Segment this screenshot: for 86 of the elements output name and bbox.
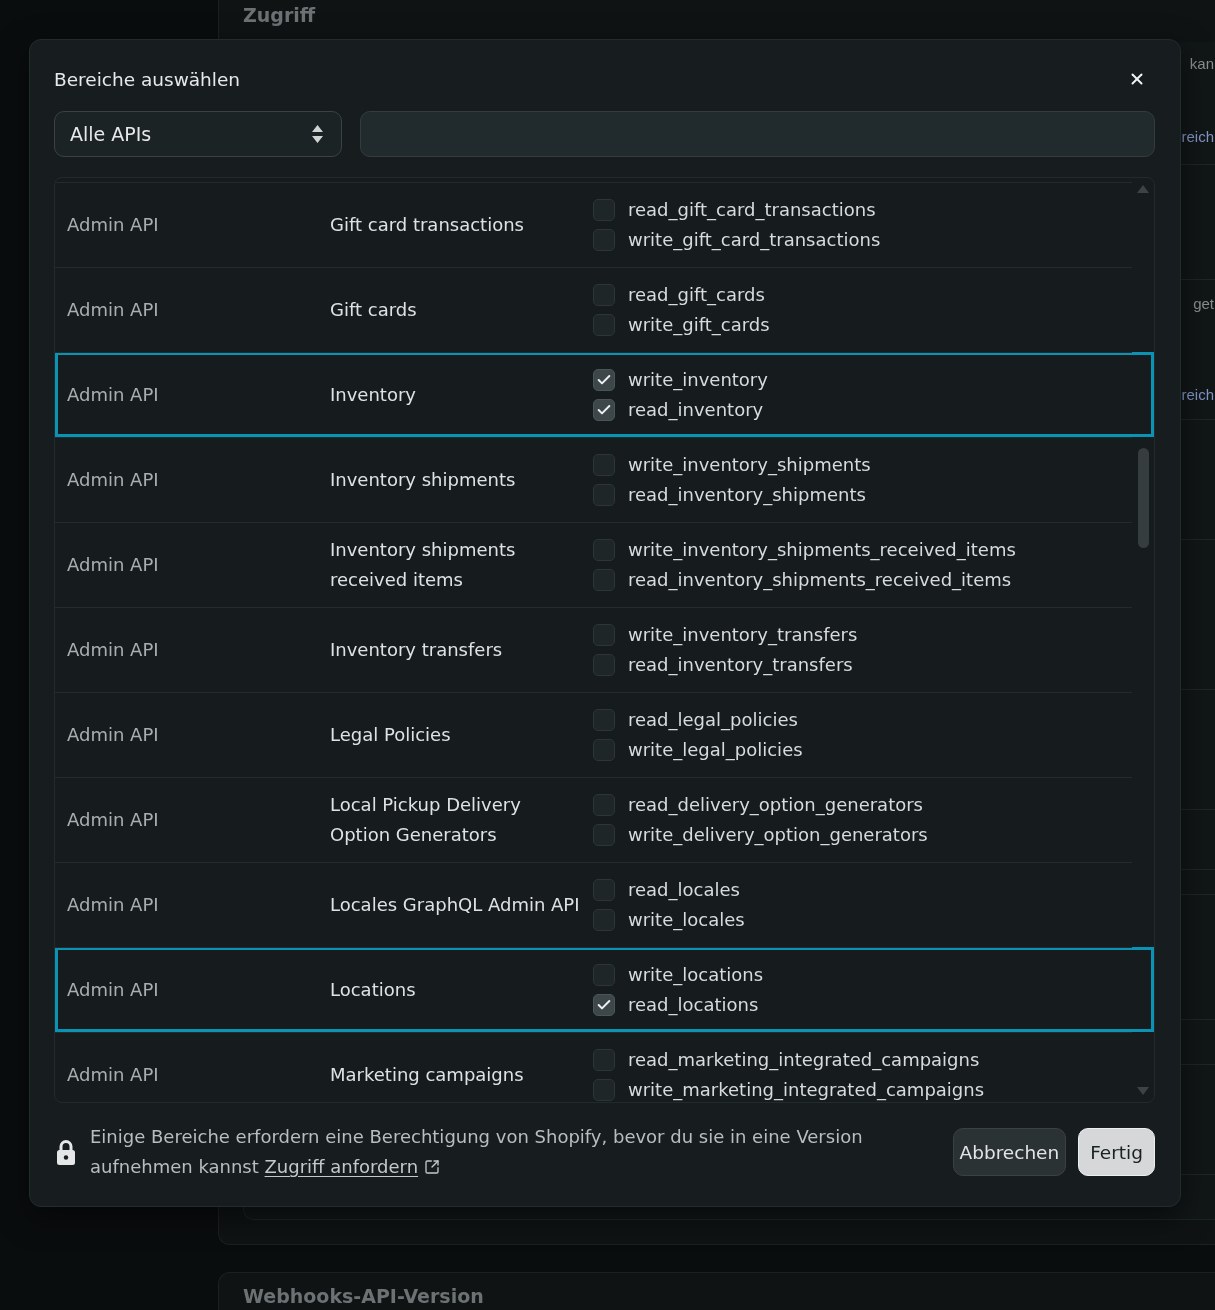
scope-label: read_locations: [628, 993, 759, 1016]
scope-label: read_gift_card_transactions: [628, 198, 876, 221]
scope-label: write_inventory_transfers: [628, 623, 858, 646]
checkbox[interactable]: [593, 993, 615, 1016]
scope-label: read_delivery_option_generators: [628, 793, 923, 816]
scope-label: write_inventory_shipments: [628, 453, 871, 476]
api-label: Admin API: [67, 1062, 159, 1087]
checkbox[interactable]: [593, 483, 615, 506]
api-label: Admin API: [67, 807, 159, 832]
checkbox[interactable]: [593, 963, 615, 986]
scroll-thumb[interactable]: [1138, 448, 1149, 548]
checkbox[interactable]: [593, 283, 615, 306]
section-heading: Webhooks-API-Version: [243, 1284, 485, 1309]
scope-group-name: Inventory transfers: [330, 637, 503, 662]
scope-group-name: Legal Policies: [330, 722, 451, 747]
scroll-down-icon[interactable]: [1137, 1087, 1149, 1095]
section-heading: Zugriff: [243, 3, 317, 28]
api-label: Admin API: [67, 892, 159, 917]
api-label: Admin API: [67, 467, 159, 492]
search-field[interactable]: [360, 111, 1155, 157]
api-label: Admin API: [67, 977, 159, 1002]
scope-label: write_locations: [628, 963, 764, 986]
scope-label: write_delivery_option_generators: [628, 823, 928, 846]
scope-label: read_inventory_transfers: [628, 653, 853, 676]
close-icon: [1128, 70, 1146, 88]
scope-label: write_inventory_shipments_received_items: [628, 538, 1016, 561]
scope-label: write_inventory: [628, 368, 768, 391]
checkbox[interactable]: [593, 623, 615, 646]
request-access-link[interactable]: Zugriff anfordern: [264, 1152, 441, 1182]
done-button[interactable]: Fertig: [1078, 1128, 1155, 1176]
api-select[interactable]: Alle APIs: [54, 111, 342, 157]
checkbox[interactable]: [593, 398, 615, 421]
external-link-icon: [424, 1159, 441, 1175]
scope-label: write_legal_policies: [628, 738, 803, 761]
scope-label: read_marketing_integrated_campaigns: [628, 1048, 980, 1071]
scope-group-name: Local Pickup Delivery Option Generators: [330, 792, 522, 847]
api-label: Admin API: [67, 637, 159, 662]
scope-group-name: Inventory shipments received items: [330, 537, 517, 592]
scope-group-name: Marketing campaigns: [330, 1062, 524, 1087]
checkbox[interactable]: [593, 1078, 615, 1101]
lock-icon: [56, 1139, 76, 1165]
cancel-button[interactable]: Abbrechen: [952, 1128, 1067, 1176]
checkbox[interactable]: [593, 793, 615, 816]
api-label: Admin API: [67, 297, 159, 322]
checkbox[interactable]: [593, 878, 615, 901]
checkbox[interactable]: [593, 453, 615, 476]
scope-group-name: Gift card transactions: [330, 212, 524, 237]
link-text[interactable]: reich: [1181, 384, 1214, 406]
checkbox[interactable]: [593, 653, 615, 676]
api-label: Admin API: [67, 382, 159, 407]
scope-label: read_inventory_shipments: [628, 483, 866, 506]
checkbox[interactable]: [593, 568, 615, 591]
up-down-caret-icon: [312, 125, 323, 143]
api-label: Admin API: [67, 552, 159, 577]
scope-label: write_gift_card_transactions: [628, 228, 881, 251]
notice-text: Einige Bereiche erfordern eine Berechtigung von Shopify, bevor du sie in eine Version aufnehmen kannst Zugriff anfordern: [90, 1122, 910, 1182]
checkbox[interactable]: [593, 708, 615, 731]
checkbox[interactable]: [593, 738, 615, 761]
api-label: Admin API: [67, 212, 159, 237]
page-text: get: [1193, 294, 1214, 314]
link-text[interactable]: reich: [1181, 126, 1214, 148]
page-text: kan: [1189, 54, 1214, 74]
checkbox[interactable]: [593, 823, 615, 846]
api-label: Admin API: [67, 722, 159, 747]
scope-group-name: Inventory: [330, 382, 416, 407]
checkbox[interactable]: [593, 538, 615, 561]
scope-group-name: Locations: [330, 977, 416, 1002]
checkbox[interactable]: [593, 228, 615, 251]
scroll-up-icon[interactable]: [1137, 185, 1149, 193]
scope-label: read_inventory: [628, 398, 764, 421]
scope-group-name: Gift cards: [330, 297, 417, 322]
scope-group-name: Inventory shipments: [330, 467, 516, 492]
checkbox[interactable]: [593, 198, 615, 221]
scope-label: write_locales: [628, 908, 745, 931]
scope-label: write_gift_cards: [628, 313, 770, 336]
scope-label: read_gift_cards: [628, 283, 765, 306]
checkbox[interactable]: [593, 368, 615, 391]
scope-label: read_locales: [628, 878, 740, 901]
checkbox[interactable]: [593, 1048, 615, 1071]
scope-group-name: Locales GraphQL Admin API: [330, 892, 580, 917]
scope-label: write_marketing_integrated_campaigns: [628, 1078, 985, 1101]
scope-label: read_inventory_shipments_received_items: [628, 568, 1012, 591]
dialog-title: Bereiche auswählen: [54, 68, 241, 90]
checkbox[interactable]: [593, 908, 615, 931]
checkbox[interactable]: [593, 313, 615, 336]
scope-label: read_legal_policies: [628, 708, 798, 731]
